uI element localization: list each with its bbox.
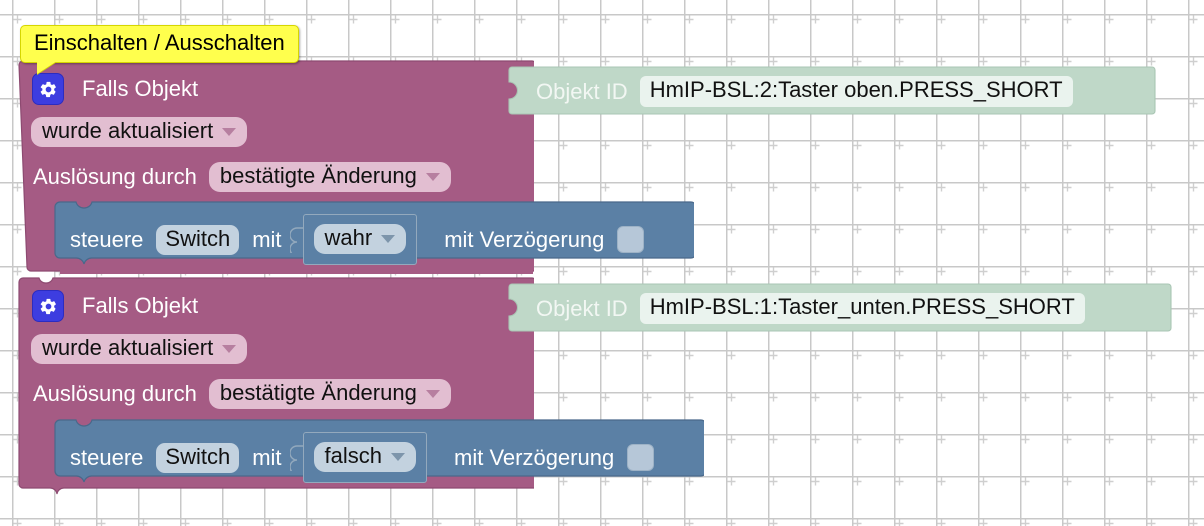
condition-row-1[interactable]: wurde aktualisiert <box>31 117 248 147</box>
action-with-label-2: mit <box>252 444 282 470</box>
trigger-2-title: Falls Objekt <box>82 293 199 318</box>
action-with-label-1: mit <box>252 226 282 252</box>
gear-glyph <box>40 298 56 314</box>
action-value-socket-1[interactable]: wahr <box>289 214 418 265</box>
trigger-1-title: Falls Objekt <box>82 76 199 101</box>
trigger-by-row-2[interactable]: Auslösung durch bestätigte Änderung <box>33 379 451 409</box>
object-id-label-1: Objekt ID <box>536 78 628 104</box>
action-target-1[interactable]: Switch <box>156 224 240 255</box>
object-id-label-2: Objekt ID <box>536 295 628 321</box>
action-delay-label-2: mit Verzögerung <box>454 444 615 470</box>
socket-notch-icon <box>289 444 303 471</box>
chevron-down-icon <box>391 453 405 461</box>
chevron-down-icon <box>425 173 440 181</box>
condition-row-2[interactable]: wurde aktualisiert <box>31 334 248 364</box>
action-value-socket-2[interactable]: falsch <box>289 432 427 483</box>
trigger-1-header[interactable]: Falls Objekt <box>32 73 198 105</box>
socket-notch-icon <box>289 226 303 253</box>
chevron-down-icon <box>222 128 237 136</box>
action-value-dropdown-2[interactable]: falsch <box>313 442 416 472</box>
action-value-dropdown-1[interactable]: wahr <box>313 224 407 254</box>
object-id-field-2[interactable]: HmIP-BSL:1:Taster_unten.PRESS_SHORT <box>639 293 1085 324</box>
action-value-dropdown-2-value: falsch <box>324 443 382 468</box>
chevron-down-icon <box>425 390 440 398</box>
chevron-down-icon <box>222 345 237 353</box>
condition-dropdown-1[interactable]: wurde aktualisiert <box>31 117 248 147</box>
action-delay-label-1: mit Verzögerung <box>444 226 605 252</box>
trigger-by-label-1: Auslösung durch <box>33 164 197 189</box>
action-delay-checkbox-2[interactable] <box>627 444 655 471</box>
comment-tail-icon <box>37 61 57 74</box>
object-id-field-1[interactable]: HmIP-BSL:2:Taster oben.PRESS_SHORT <box>639 76 1073 107</box>
trigger-by-dropdown-2-value: bestätigte Änderung <box>219 380 417 405</box>
workspace-comment-text: Einschalten / Ausschalten <box>34 30 285 55</box>
object-id-row-2[interactable]: Objekt ID HmIP-BSL:1:Taster_unten.PRESS_… <box>536 293 1085 324</box>
gear-glyph <box>40 81 56 97</box>
trigger-by-row-1[interactable]: Auslösung durch bestätigte Änderung <box>33 162 451 192</box>
action-verb-1: steuere <box>70 226 144 252</box>
gear-icon[interactable] <box>32 73 64 105</box>
trigger-by-label-2: Auslösung durch <box>33 381 197 406</box>
gear-icon[interactable] <box>32 290 64 322</box>
object-id-row-1[interactable]: Objekt ID HmIP-BSL:2:Taster oben.PRESS_S… <box>536 76 1073 107</box>
trigger-by-dropdown-2[interactable]: bestätigte Änderung <box>208 379 451 409</box>
action-verb-2: steuere <box>70 444 144 470</box>
condition-dropdown-2-value: wurde aktualisiert <box>42 335 214 360</box>
action-row-1[interactable]: steuere Switch mit wahr mit Verzögerung <box>70 214 645 265</box>
trigger-2-header[interactable]: Falls Objekt <box>32 290 198 322</box>
action-delay-checkbox-1[interactable] <box>617 226 645 253</box>
action-target-2[interactable]: Switch <box>156 442 240 473</box>
chevron-down-icon <box>381 235 396 243</box>
blockly-workspace[interactable]: Falls Objekt Objekt ID HmIP-BSL:2:Taster… <box>0 0 1204 526</box>
trigger-by-dropdown-1[interactable]: bestätigte Änderung <box>208 162 451 192</box>
condition-dropdown-2[interactable]: wurde aktualisiert <box>31 334 248 364</box>
action-row-2[interactable]: steuere Switch mit falsch mit Verzögerun… <box>70 432 655 483</box>
workspace-comment[interactable]: Einschalten / Ausschalten <box>20 25 299 74</box>
condition-dropdown-1-value: wurde aktualisiert <box>42 118 214 143</box>
action-value-dropdown-1-value: wahr <box>324 225 373 250</box>
trigger-by-dropdown-1-value: bestätigte Änderung <box>219 163 417 188</box>
